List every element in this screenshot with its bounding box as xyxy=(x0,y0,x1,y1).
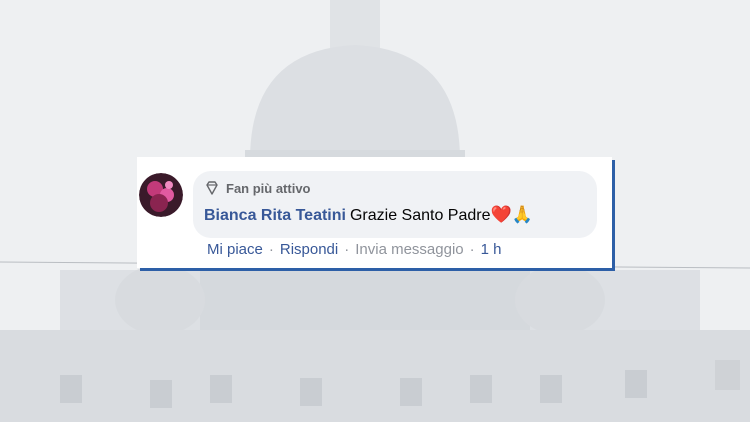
comment-actions: Mi piace · Rispondi · Invia messaggio · … xyxy=(207,241,502,258)
praying-hands-emoji: 🙏 xyxy=(511,205,533,224)
reply-link[interactable]: Rispondi xyxy=(280,241,338,258)
separator-dot: · xyxy=(268,241,274,258)
comment-body: Bianca Rita Teatini Grazie Santo Padre❤️🙏 xyxy=(204,205,533,225)
author-name-link[interactable]: Bianca Rita Teatini xyxy=(204,207,346,224)
top-fan-badge: Fan più attivo xyxy=(204,180,311,196)
separator-dot: · xyxy=(469,241,475,258)
send-message-link[interactable]: Invia messaggio xyxy=(355,241,463,258)
timestamp-link[interactable]: 1 h xyxy=(481,241,502,258)
comment-bubble: Fan più attivo Bianca Rita Teatini Grazie… xyxy=(193,171,597,238)
avatar[interactable] xyxy=(139,173,183,217)
separator-dot: · xyxy=(344,241,350,258)
like-link[interactable]: Mi piace xyxy=(207,241,263,258)
heart-emoji: ❤️ xyxy=(490,205,512,224)
comment-text: Grazie Santo Padre xyxy=(349,207,491,224)
badge-label: Fan più attivo xyxy=(226,180,311,196)
diamond-icon xyxy=(206,181,218,195)
comment-card: Fan più attivo Bianca Rita Teatini Grazie… xyxy=(137,157,612,268)
